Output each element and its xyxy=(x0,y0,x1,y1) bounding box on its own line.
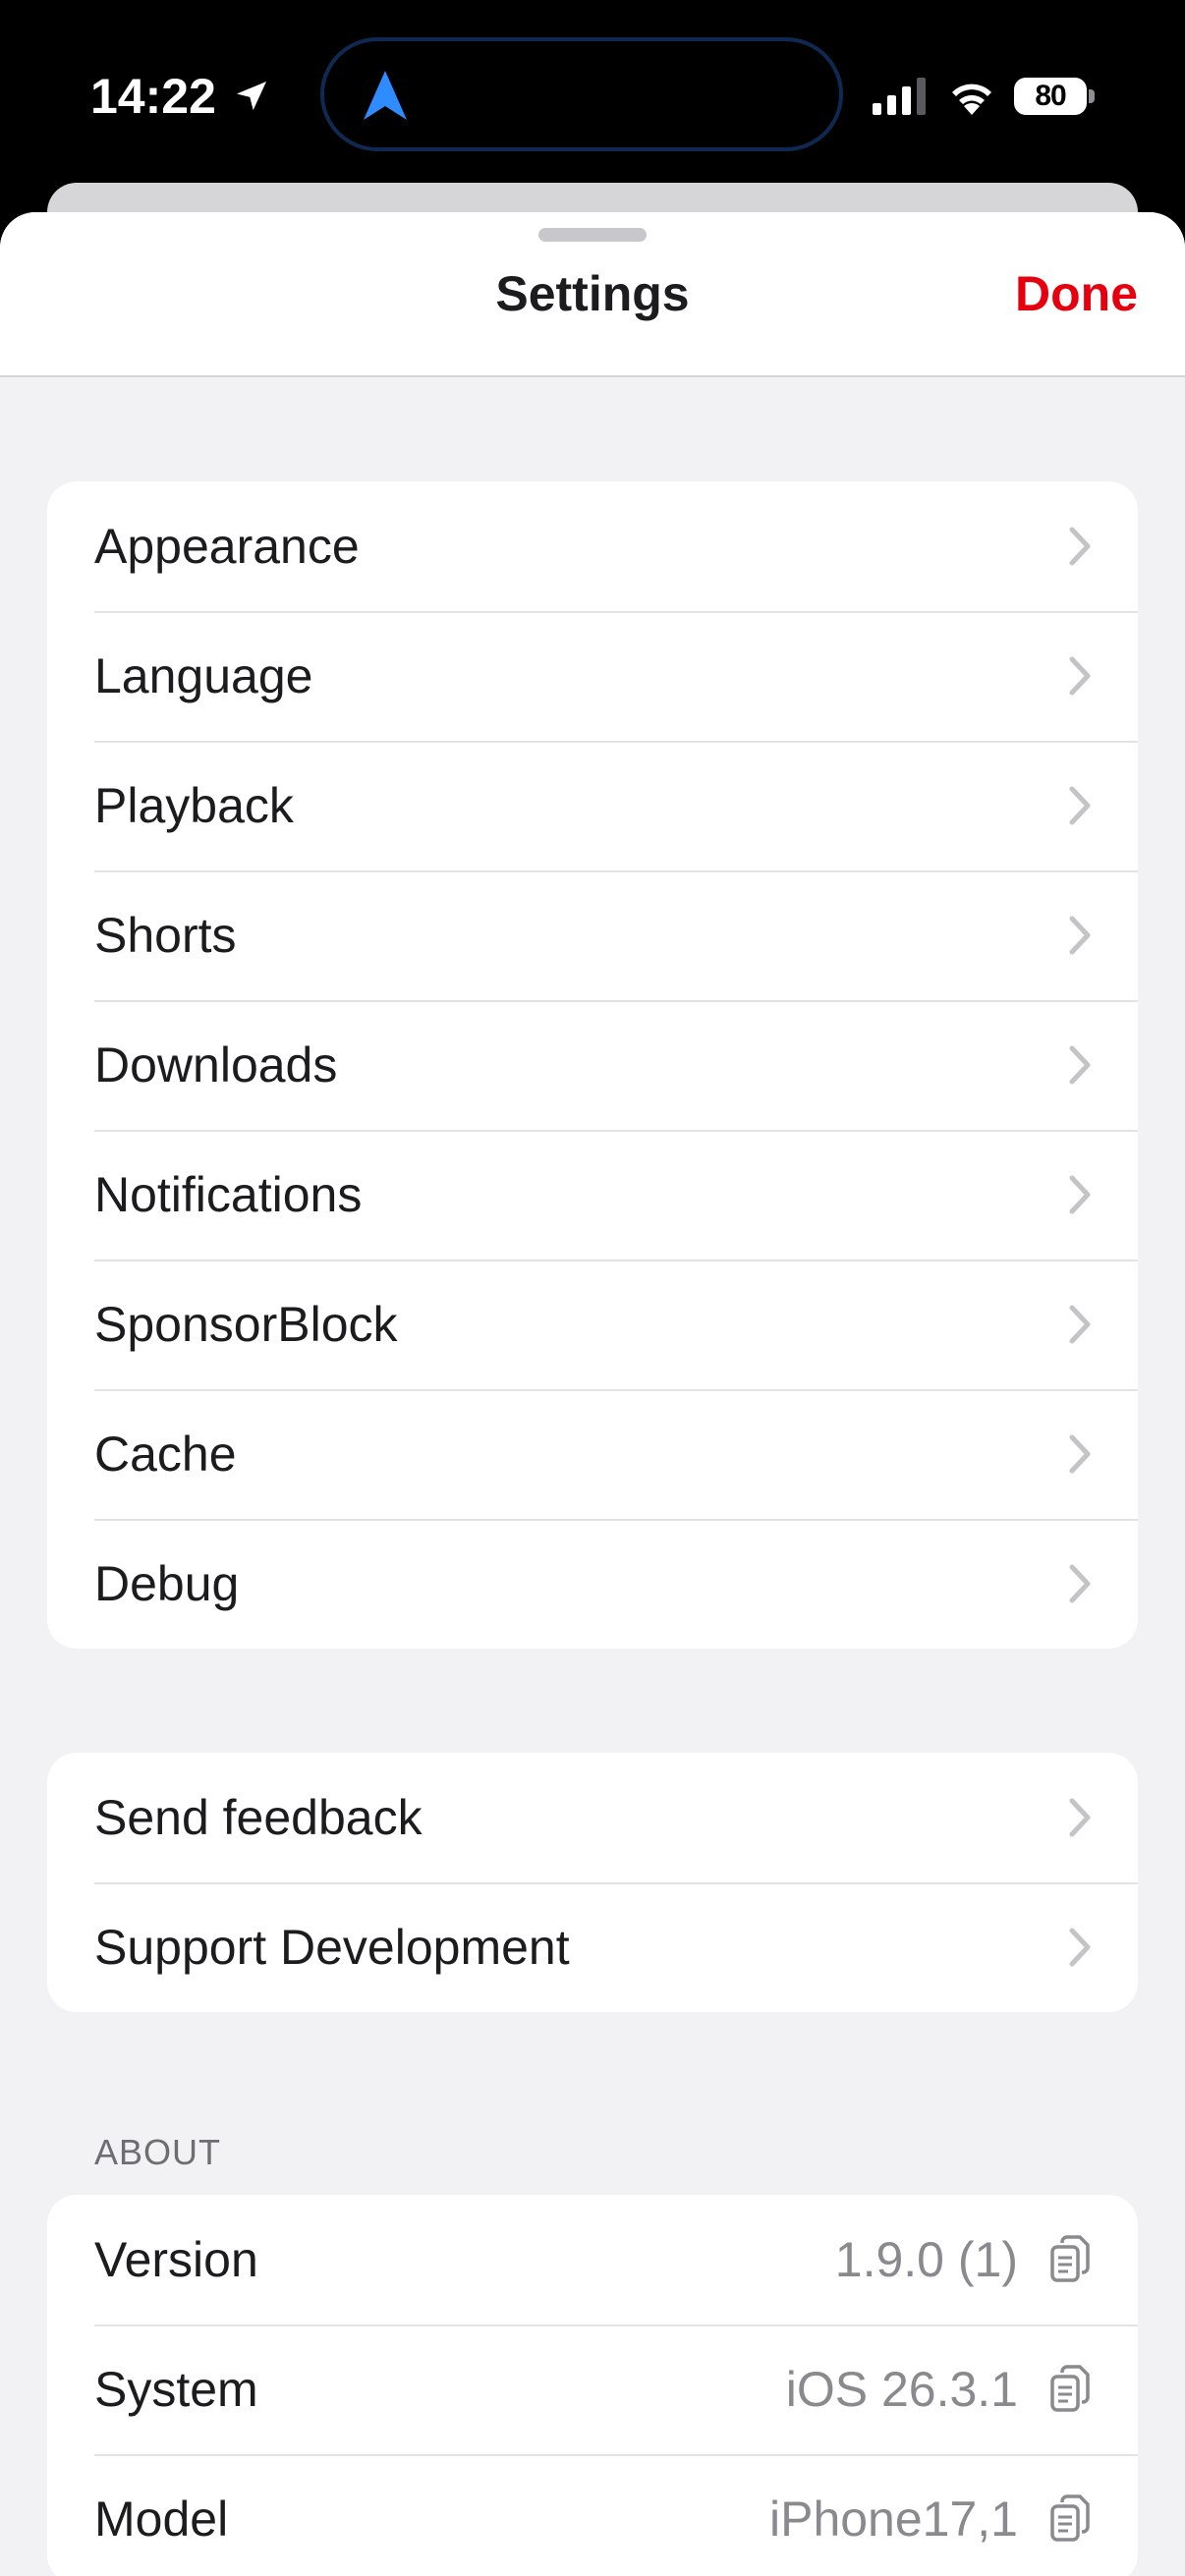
cellular-signal-icon xyxy=(873,78,926,115)
battery-cap xyxy=(1089,89,1095,103)
chevron-right-icon xyxy=(1069,1434,1091,1474)
battery-body: 80 xyxy=(1014,78,1087,115)
row-label: Appearance xyxy=(94,519,360,574)
location-arrow-icon xyxy=(236,82,266,111)
row-label: SponsorBlock xyxy=(94,1297,398,1352)
settings-group-about: Version 1.9.0 (1) System iOS 26.3.1 Mode… xyxy=(47,2195,1138,2576)
section-header-about: ABOUT xyxy=(94,2132,222,2172)
chevron-right-icon xyxy=(1069,1305,1091,1344)
settings-row-send-feedback[interactable]: Send feedback xyxy=(47,1753,1138,1882)
copy-icon[interactable] xyxy=(1049,2364,1091,2415)
about-row-version: Version 1.9.0 (1) xyxy=(47,2195,1138,2324)
row-label: Cache xyxy=(94,1427,237,1482)
chevron-right-icon xyxy=(1069,916,1091,955)
row-label: Shorts xyxy=(94,908,237,963)
row-label: Language xyxy=(94,648,313,703)
page-title: Settings xyxy=(495,266,690,321)
settings-row-notifications[interactable]: Notifications xyxy=(47,1130,1138,1260)
status-indicators: 80 xyxy=(873,71,1095,122)
chevron-right-icon xyxy=(1069,786,1091,825)
sheet-header: Settings Done xyxy=(0,212,1185,377)
row-label: System xyxy=(94,2362,258,2417)
row-label: Version xyxy=(94,2232,258,2287)
settings-group-support: Send feedback Support Development xyxy=(47,1753,1138,2012)
settings-sheet: Settings Done Appearance Language Playba… xyxy=(0,212,1185,2576)
settings-row-debug[interactable]: Debug xyxy=(47,1519,1138,1649)
row-label: Notifications xyxy=(94,1167,363,1222)
row-label: Playback xyxy=(94,778,294,833)
chevron-right-icon xyxy=(1069,527,1091,566)
settings-row-playback[interactable]: Playback xyxy=(47,741,1138,870)
settings-row-cache[interactable]: Cache xyxy=(47,1389,1138,1519)
dynamic-island[interactable] xyxy=(320,37,843,151)
chevron-right-icon xyxy=(1069,1928,1091,1967)
settings-row-support-development[interactable]: Support Development xyxy=(47,1882,1138,2012)
status-time-group: 14:22 xyxy=(90,65,271,128)
model-value: iPhone17,1 xyxy=(768,2492,1018,2547)
row-label: Downloads xyxy=(94,1037,338,1092)
settings-row-sponsorblock[interactable]: SponsorBlock xyxy=(47,1260,1138,1389)
sheet-grabber[interactable] xyxy=(538,228,647,242)
copy-icon[interactable] xyxy=(1049,2234,1091,2285)
system-value: iOS 26.3.1 xyxy=(785,2362,1018,2417)
settings-group-main: Appearance Language Playback Shorts Down… xyxy=(47,481,1138,1649)
settings-row-downloads[interactable]: Downloads xyxy=(47,1000,1138,1130)
row-label: Model xyxy=(94,2492,229,2547)
navigation-arrow-icon xyxy=(364,71,407,120)
battery-icon: 80 xyxy=(1014,78,1095,115)
done-button[interactable]: Done xyxy=(1015,265,1138,322)
chevron-right-icon xyxy=(1069,1798,1091,1837)
status-bar: 14:22 80 xyxy=(0,0,1185,187)
chevron-right-icon xyxy=(1069,656,1091,696)
row-label: Debug xyxy=(94,1556,240,1611)
about-row-model: Model iPhone17,1 xyxy=(47,2454,1138,2576)
battery-level: 80 xyxy=(1035,80,1066,112)
settings-row-language[interactable]: Language xyxy=(47,611,1138,741)
chevron-right-icon xyxy=(1069,1175,1091,1214)
row-label: Send feedback xyxy=(94,1790,423,1845)
chevron-right-icon xyxy=(1069,1045,1091,1085)
copy-icon[interactable] xyxy=(1049,2493,1091,2545)
status-time: 14:22 xyxy=(90,69,216,124)
wifi-icon xyxy=(952,84,991,115)
settings-row-shorts[interactable]: Shorts xyxy=(47,870,1138,1000)
settings-row-appearance[interactable]: Appearance xyxy=(47,481,1138,611)
version-value: 1.9.0 (1) xyxy=(834,2232,1018,2287)
chevron-right-icon xyxy=(1069,1564,1091,1603)
about-row-system: System iOS 26.3.1 xyxy=(47,2324,1138,2454)
row-label: Support Development xyxy=(94,1920,570,1975)
